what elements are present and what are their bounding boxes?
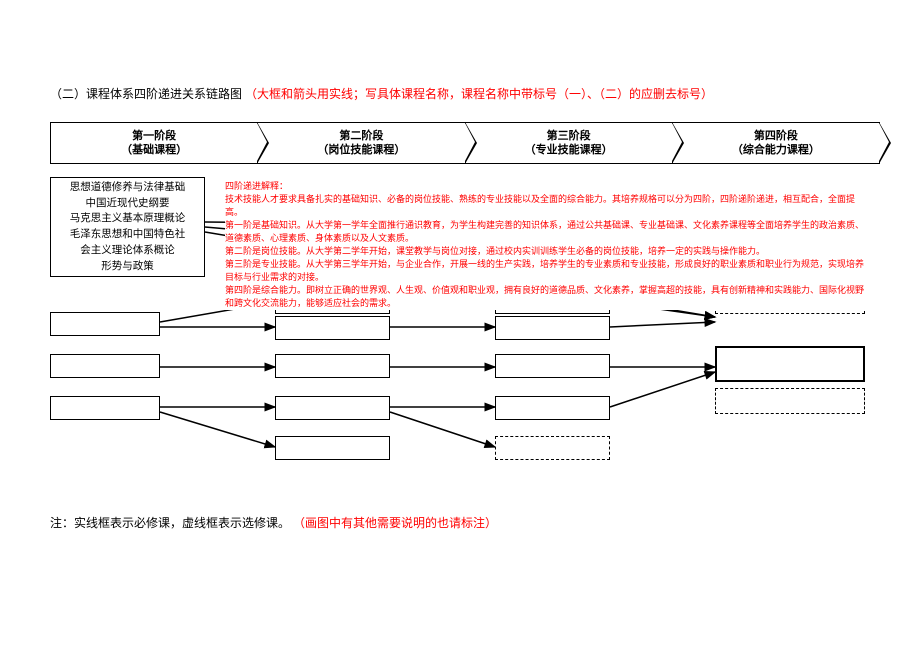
col1-box-3 <box>50 354 160 378</box>
page-title: （二）课程体系四阶递进关系链路图 （大框和箭头用实线；写具体课程名称，课程名称中… <box>50 85 880 102</box>
footnote-black: 注：实线框表示必修课，虚线框表示选修课。 <box>50 516 290 530</box>
col2-box-2 <box>275 316 390 340</box>
c1-l6: 形势与政策 <box>101 259 154 275</box>
col3-box-4 <box>495 396 610 420</box>
c1-l2: 中国近现代史纲要 <box>86 196 170 212</box>
exp-l1: 技术技能人才要求具备扎实的基础知识、必备的岗位技能、熟练的专业技能以及全面的综合… <box>225 193 865 219</box>
col2-box-3 <box>275 354 390 378</box>
stage-2-sub: （岗位技能课程） <box>317 143 405 157</box>
stage-4-name: 第四阶段 <box>754 129 798 143</box>
stage-3: 第三阶段 （专业技能课程） <box>465 122 672 164</box>
stage-1-name: 第一阶段 <box>132 129 176 143</box>
col1-box-2 <box>50 312 160 336</box>
explanation-text: 四阶递进解释： 技术技能人才要求具备扎实的基础知识、必备的岗位技能、熟练的专业技… <box>225 180 865 310</box>
col1-box-4 <box>50 396 160 420</box>
col4-box-5-dashed <box>715 388 865 414</box>
stage-4: 第四阶段 （综合能力课程） <box>672 122 880 164</box>
col3-box-3 <box>495 354 610 378</box>
stage-3-name: 第三阶段 <box>547 129 591 143</box>
exp-l4: 第三阶是专业技能。从大学第三学年开始，与企业合作，开展一线的生产实践，培养学生的… <box>225 258 865 284</box>
exp-head: 四阶递进解释： <box>225 180 865 193</box>
c1-l1: 思想道德修养与法律基础 <box>70 180 186 196</box>
col2-box-5 <box>275 436 390 460</box>
stages-header: 第一阶段 （基础课程） 第二阶段 （岗位技能课程） 第三阶段 （专业技能课程） … <box>50 122 880 164</box>
diagram-area: 思想道德修养与法律基础 中国近现代史纲要 马克思主义基本原理概论 毛泽东思想和中… <box>50 172 880 482</box>
exp-l5: 第四阶是综合能力。即树立正确的世界观、人生观、价值观和职业观，拥有良好的道德品质… <box>225 284 865 310</box>
footnote-red: （画图中有其他需要说明的也请标注） <box>293 516 497 530</box>
title-main: （二）课程体系四阶递进关系链路图 <box>50 87 242 101</box>
col4-box-4-thick <box>715 346 865 382</box>
footnote: 注：实线框表示必修课，虚线框表示选修课。 （画图中有其他需要说明的也请标注） <box>50 514 497 531</box>
stage-1: 第一阶段 （基础课程） <box>50 122 257 164</box>
stage-2-name: 第二阶段 <box>339 129 383 143</box>
col1-textbox: 思想道德修养与法律基础 中国近现代史纲要 马克思主义基本原理概论 毛泽东思想和中… <box>50 177 205 277</box>
exp-l2: 第一阶是基础知识。从大学第一学年全面推行通识教育，为学生构建完善的知识体系，通过… <box>225 219 865 245</box>
col3-box-2 <box>495 316 610 340</box>
exp-l3: 第二阶是岗位技能。从大学第二学年开始，课堂教学与岗位对接，通过校内实训训练学生必… <box>225 245 865 258</box>
c1-l5: 会主义理论体系概论 <box>80 243 175 259</box>
c1-l4: 毛泽东思想和中国特色社 <box>70 227 186 243</box>
col2-box-4 <box>275 396 390 420</box>
c1-l3: 马克思主义基本原理概论 <box>70 211 186 227</box>
stage-3-sub: （专业技能课程） <box>525 143 613 157</box>
stage-1-sub: （基础课程） <box>121 143 187 157</box>
col3-box-5-dashed <box>495 436 610 460</box>
title-note: （大框和箭头用实线；写具体课程名称，课程名称中带标号（一）、（二）的应删去标号） <box>245 87 713 101</box>
stage-2: 第二阶段 （岗位技能课程） <box>257 122 464 164</box>
stage-4-sub: （综合能力课程） <box>732 143 820 157</box>
